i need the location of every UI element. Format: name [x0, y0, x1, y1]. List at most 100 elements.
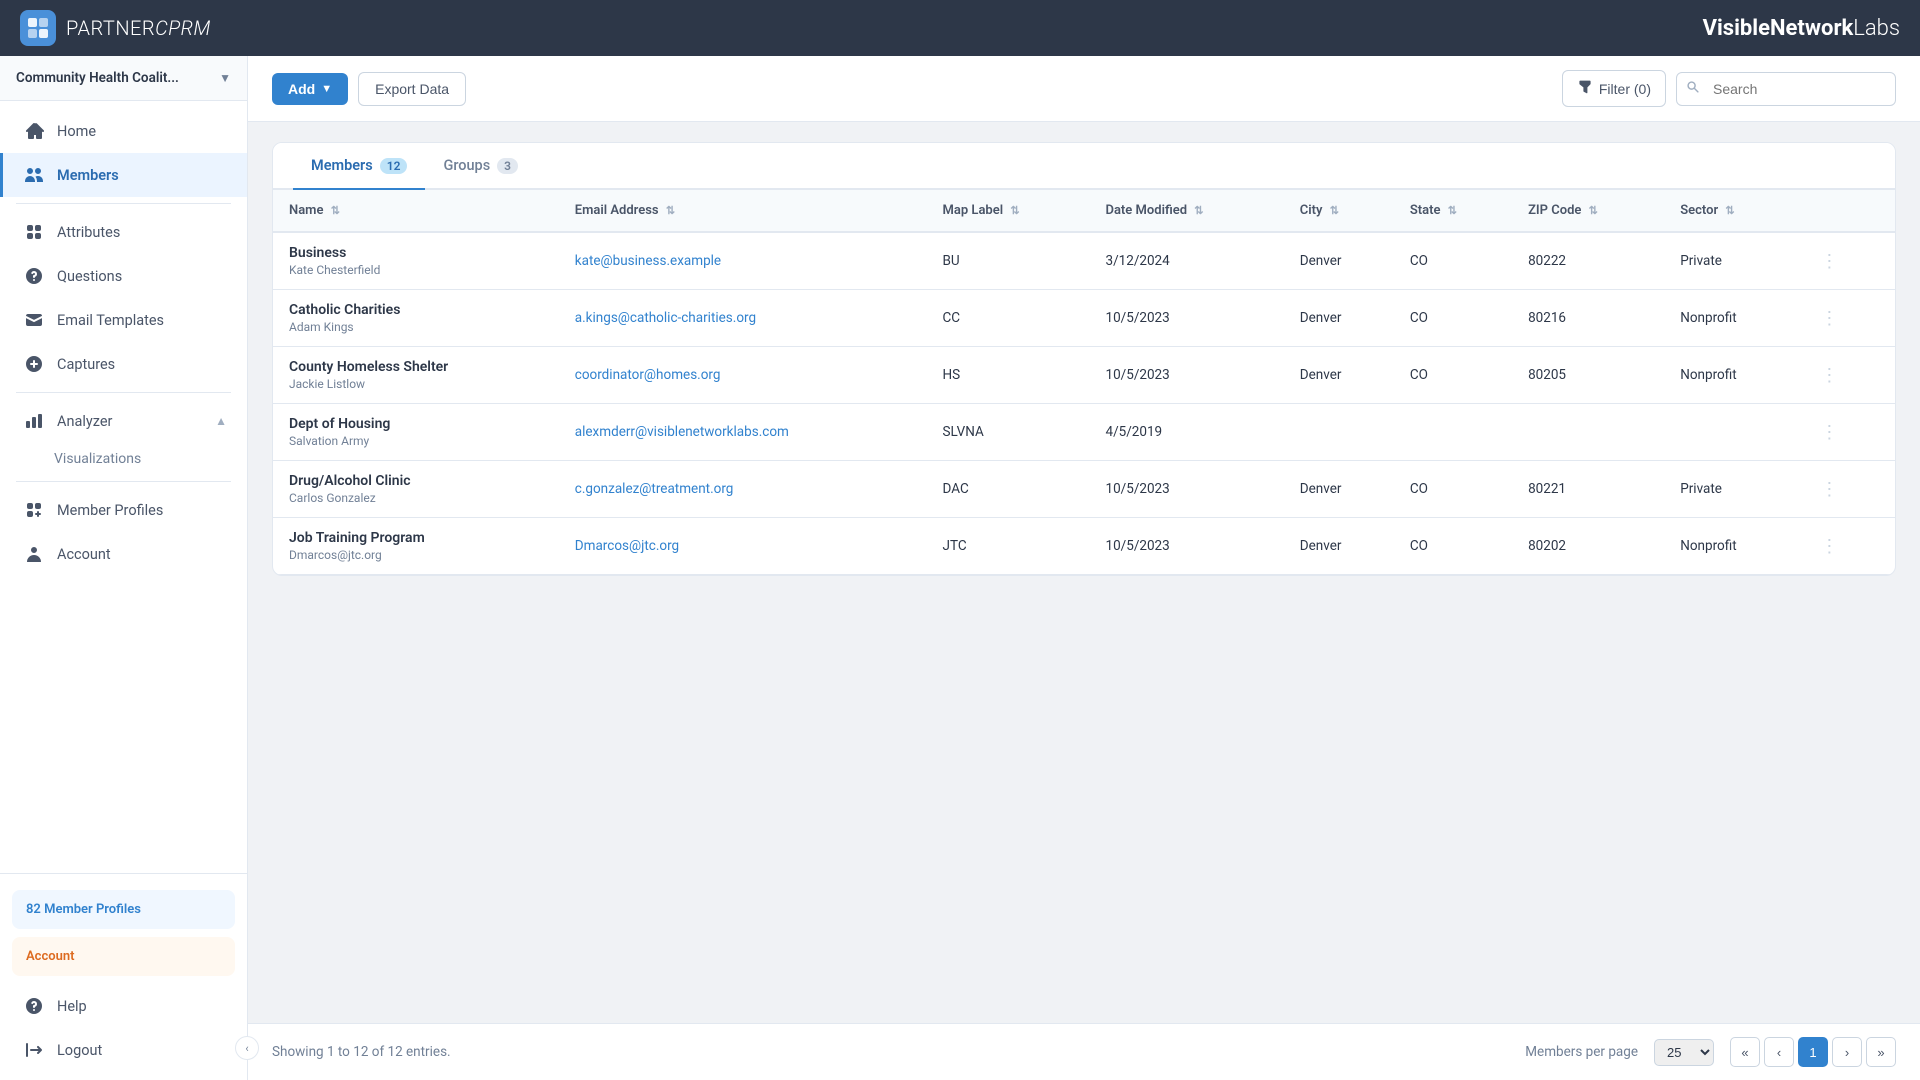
col-header-email[interactable]: Email Address ⇅ — [559, 190, 927, 232]
top-header: PARTNERCPRM VisibleVisibleNetworkLabsNet… — [0, 0, 1920, 56]
cell-state: CO — [1394, 518, 1512, 575]
tab-members[interactable]: Members 12 — [293, 143, 425, 190]
add-dropdown-arrow: ▼ — [321, 83, 332, 95]
filter-button[interactable]: Filter (0) — [1562, 70, 1666, 107]
add-button-label: Add — [288, 81, 315, 97]
cell-name: Business Kate Chesterfield — [273, 232, 559, 290]
tab-groups-label: Groups — [443, 157, 490, 174]
cell-date-modified: 10/5/2023 — [1089, 290, 1283, 347]
row-action-icon[interactable]: ⋮ — [1812, 422, 1846, 443]
sidebar-item-dashboards[interactable]: Member Profiles — [0, 488, 247, 532]
sidebar-item-home[interactable]: Home — [0, 109, 247, 153]
sidebar-item-attributes[interactable]: Attributes — [0, 210, 247, 254]
dashboards-icon — [23, 499, 45, 521]
export-data-button[interactable]: Export Data — [358, 72, 466, 106]
table-row[interactable]: County Homeless Shelter Jackie Listlow c… — [273, 347, 1895, 404]
cell-row-action[interactable]: ⋮ — [1796, 290, 1895, 347]
questions-icon — [23, 265, 45, 287]
page-prev-button[interactable]: ‹ — [1764, 1037, 1794, 1067]
cell-row-action[interactable]: ⋮ — [1796, 347, 1895, 404]
sidebar-dashboards-label: Member Profiles — [57, 502, 163, 519]
cell-email: kate@business.example — [559, 232, 927, 290]
search-input-wrap — [1676, 72, 1896, 106]
cell-date-modified: 4/5/2019 — [1089, 404, 1283, 461]
sidebar-questions-label: Questions — [57, 268, 122, 285]
cell-city: Denver — [1284, 290, 1394, 347]
main-panel: Members 12 Groups 3 Name — [248, 122, 1920, 1023]
sidebar-collapse-button[interactable]: ‹ — [235, 1036, 259, 1060]
tab-groups[interactable]: Groups 3 — [425, 143, 536, 190]
sidebar-item-member-profiles[interactable]: Account — [0, 532, 247, 576]
cell-city: Denver — [1284, 347, 1394, 404]
table-row[interactable]: Dept of Housing Salvation Army alexmderr… — [273, 404, 1895, 461]
col-header-map-label[interactable]: Map Label ⇅ — [927, 190, 1090, 232]
page-1-button[interactable]: 1 — [1798, 1037, 1828, 1067]
cell-row-action[interactable]: ⋮ — [1796, 461, 1895, 518]
row-action-icon[interactable]: ⋮ — [1812, 251, 1846, 272]
col-header-date-modified[interactable]: Date Modified ⇅ — [1089, 190, 1283, 232]
search-input[interactable] — [1676, 72, 1896, 106]
account-section[interactable]: Account — [12, 937, 235, 976]
cell-email: c.gonzalez@treatment.org — [559, 461, 927, 518]
help-icon — [23, 995, 45, 1017]
cell-map-label: HS — [927, 347, 1090, 404]
sidebar-item-help[interactable]: Help — [0, 984, 247, 1028]
sidebar-item-questions[interactable]: Questions — [0, 254, 247, 298]
sort-state-icon: ⇅ — [1448, 204, 1457, 217]
page-first-button[interactable]: « — [1730, 1037, 1760, 1067]
cell-date-modified: 10/5/2023 — [1089, 518, 1283, 575]
col-header-zip[interactable]: ZIP Code ⇅ — [1512, 190, 1664, 232]
sidebar-item-logout[interactable]: Logout — [0, 1028, 247, 1072]
home-icon — [23, 120, 45, 142]
cell-sector: Private — [1664, 461, 1796, 518]
members-table: Name ⇅ Email Address ⇅ Map Label ⇅ — [273, 190, 1895, 575]
cell-city: Denver — [1284, 518, 1394, 575]
account-label: Account — [26, 949, 221, 964]
col-header-sector[interactable]: Sector ⇅ — [1664, 190, 1796, 232]
export-data-label: Export Data — [375, 81, 449, 97]
row-action-icon[interactable]: ⋮ — [1812, 365, 1846, 386]
org-name: Community Health Coalit... — [16, 70, 179, 86]
panel-card: Members 12 Groups 3 Name — [272, 142, 1896, 576]
per-page-select[interactable]: 25 10 50 100 — [1654, 1039, 1714, 1066]
row-action-icon[interactable]: ⋮ — [1812, 536, 1846, 557]
cell-row-action[interactable]: ⋮ — [1796, 404, 1895, 461]
cell-zip — [1512, 404, 1664, 461]
cell-row-action[interactable]: ⋮ — [1796, 518, 1895, 575]
cell-city — [1284, 404, 1394, 461]
sidebar-item-analyzer[interactable]: Analyzer ▲ — [0, 399, 247, 443]
cell-name: Dept of Housing Salvation Army — [273, 404, 559, 461]
org-selector[interactable]: Community Health Coalit... ▼ — [0, 56, 247, 101]
sidebar-item-captures[interactable]: Captures — [0, 342, 247, 386]
cell-row-action[interactable]: ⋮ — [1796, 232, 1895, 290]
table-row[interactable]: Business Kate Chesterfield kate@business… — [273, 232, 1895, 290]
row-action-icon[interactable]: ⋮ — [1812, 308, 1846, 329]
cell-state: CO — [1394, 347, 1512, 404]
col-header-state[interactable]: State ⇅ — [1394, 190, 1512, 232]
sidebar-analyzer-label: Analyzer — [57, 413, 112, 430]
sidebar-attributes-label: Attributes — [57, 224, 120, 241]
add-button[interactable]: Add ▼ — [272, 73, 348, 105]
table-row[interactable]: Catholic Charities Adam Kings a.kings@ca… — [273, 290, 1895, 347]
table-header: Name ⇅ Email Address ⇅ Map Label ⇅ — [273, 190, 1895, 232]
sidebar-item-members[interactable]: Members — [0, 153, 247, 197]
cell-name: Job Training Program Dmarcos@jtc.org — [273, 518, 559, 575]
filter-icon — [1577, 79, 1593, 98]
table-row[interactable]: Job Training Program Dmarcos@jtc.org Dma… — [273, 518, 1895, 575]
col-header-city[interactable]: City ⇅ — [1284, 190, 1394, 232]
sidebar-item-visualizations[interactable]: Visualizations — [0, 443, 247, 475]
sort-sector-icon: ⇅ — [1725, 204, 1734, 217]
cell-name: County Homeless Shelter Jackie Listlow — [273, 347, 559, 404]
sort-map-icon: ⇅ — [1010, 204, 1019, 217]
page-last-button[interactable]: » — [1866, 1037, 1896, 1067]
tabs: Members 12 Groups 3 — [273, 143, 1895, 190]
member-profiles-icon — [23, 543, 45, 565]
sidebar-item-email-templates[interactable]: Email Templates — [0, 298, 247, 342]
page-next-button[interactable]: › — [1832, 1037, 1862, 1067]
cell-name: Drug/Alcohol Clinic Carlos Gonzalez — [273, 461, 559, 518]
table-row[interactable]: Drug/Alcohol Clinic Carlos Gonzalez c.go… — [273, 461, 1895, 518]
nav-items: Home Members Attributes Questions — [0, 101, 247, 873]
sidebar-email-templates-label: Email Templates — [57, 312, 164, 329]
row-action-icon[interactable]: ⋮ — [1812, 479, 1846, 500]
col-header-name[interactable]: Name ⇅ — [273, 190, 559, 232]
